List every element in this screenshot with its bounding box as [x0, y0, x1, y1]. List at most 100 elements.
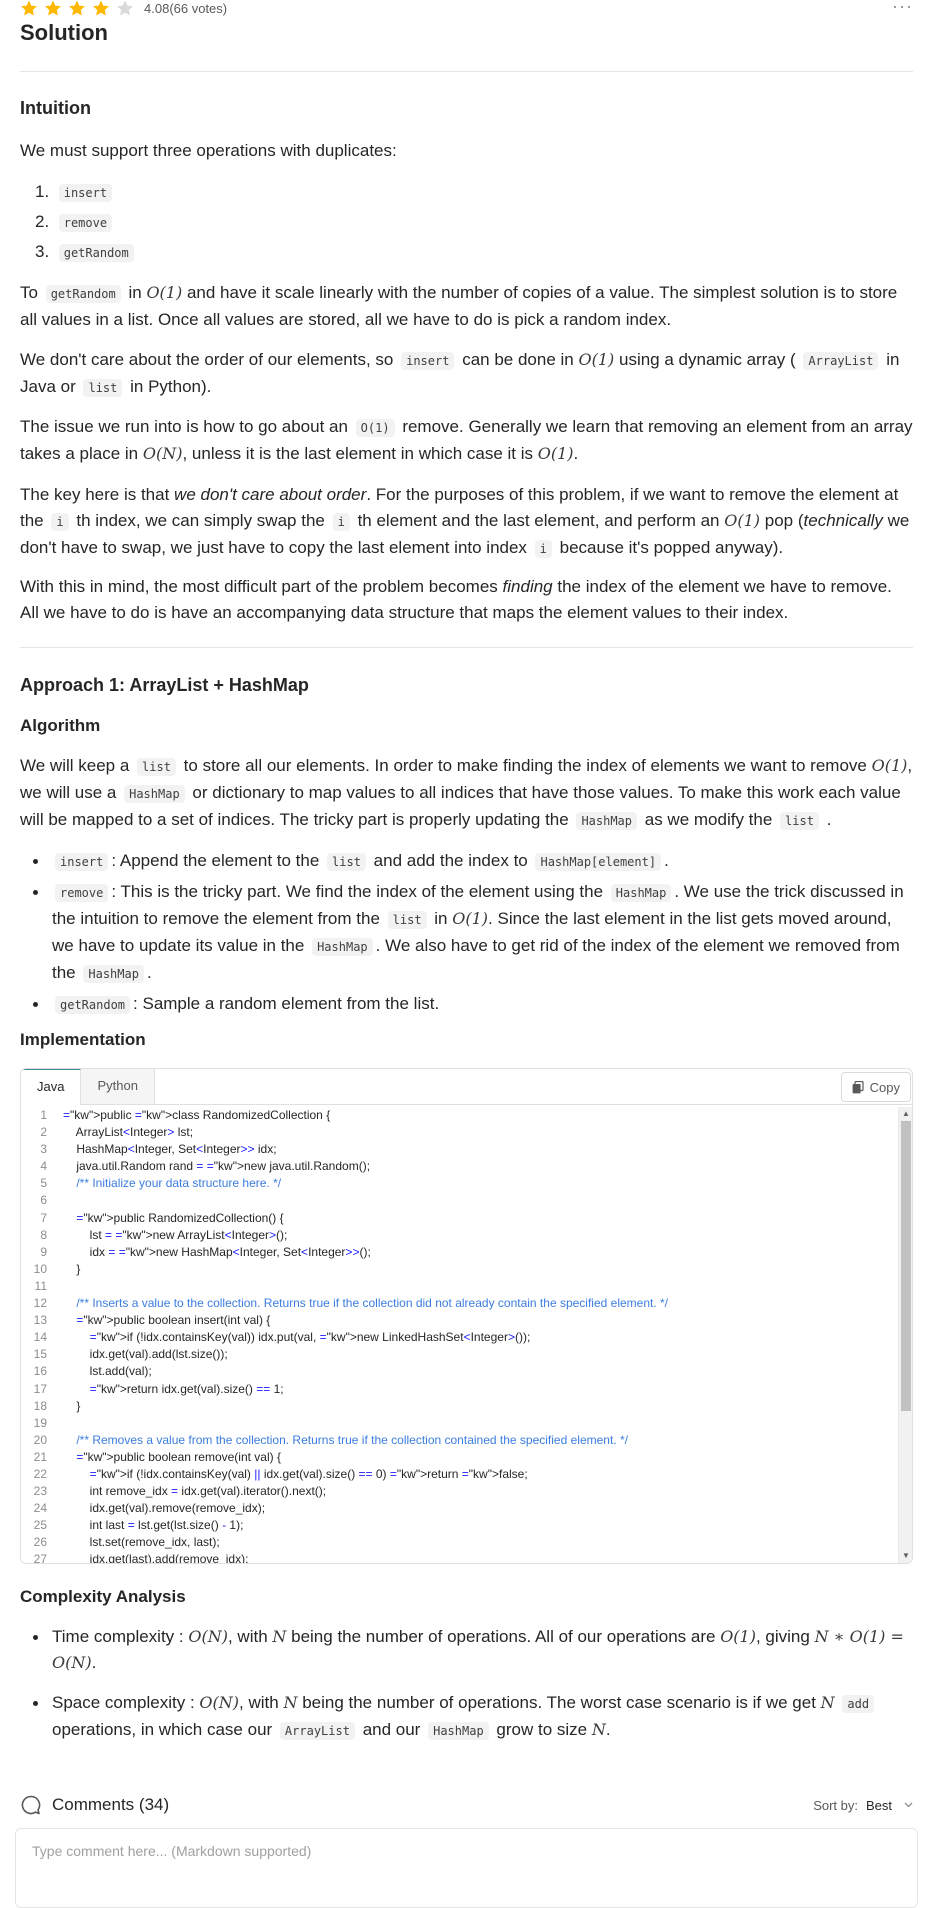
complexity-bullets: Time complexity : O(N), with N being the… — [20, 1624, 913, 1748]
code-text: HashMap<Integer, Set<Integer>> idx; — [63, 1142, 277, 1157]
text: in — [128, 283, 142, 302]
emphasis: finding — [502, 577, 553, 596]
complexity-heading: Complexity Analysis — [20, 1587, 186, 1606]
inline-code: insert — [58, 184, 113, 202]
line-number: 4 — [40, 1159, 47, 1174]
line-number: 23 — [33, 1484, 47, 1499]
text: in — [434, 909, 448, 928]
inline-code: O(1) — [355, 419, 395, 437]
code-line: 19 — [21, 1415, 912, 1432]
text: . — [146, 963, 152, 982]
text: th element and the last element, and per… — [357, 511, 720, 530]
math: N — [283, 1693, 298, 1712]
inline-code: getRandom — [45, 285, 121, 303]
text: and our — [362, 1720, 421, 1739]
text: The key here is that — [20, 485, 170, 504]
list-item: Space complexity : O(N), with N being th… — [33, 1690, 913, 1744]
text: pop ( — [764, 511, 804, 530]
text: because it's popped anyway). — [559, 538, 784, 557]
inline-code: remove — [55, 884, 109, 902]
code-text: /** Removes a value from the collection.… — [63, 1432, 628, 1447]
chevron-down-icon[interactable] — [904, 1802, 913, 1808]
comment-input[interactable]: Type comment here... (Markdown supported… — [15, 1828, 918, 1908]
line-number: 12 — [33, 1296, 47, 1311]
emphasis: we don't care about order — [174, 485, 367, 504]
code-line: 4 java.util.Random rand = ="kw">new java… — [21, 1158, 912, 1175]
code-scrollbar[interactable]: ▲ ▼ — [898, 1107, 912, 1563]
text: being the number of operations. All of o… — [291, 1627, 716, 1646]
line-number: 7 — [40, 1210, 47, 1225]
star-icon[interactable] — [44, 0, 62, 17]
text: grow to size — [496, 1720, 588, 1739]
code-text: ="kw">public boolean remove(int val) { — [76, 1449, 281, 1464]
text: , with — [227, 1627, 268, 1646]
math: O(1) — [871, 756, 908, 775]
algorithm-heading-wrap: Algorithm — [20, 716, 913, 736]
line-number: 18 — [33, 1398, 47, 1413]
line-number: 27 — [33, 1552, 47, 1563]
tab-python[interactable]: Python — [81, 1069, 155, 1104]
line-number: 17 — [33, 1381, 47, 1396]
code-line: 9 idx = ="kw">new HashMap<Integer, Set<I… — [21, 1244, 912, 1261]
code-text: int last = lst.get(lst.size() - 1); — [63, 1518, 244, 1533]
list-number: 2. — [35, 212, 50, 231]
inline-code: insert — [401, 352, 455, 370]
line-number: 19 — [33, 1415, 47, 1430]
more-options-icon[interactable]: ··· — [892, 0, 913, 17]
scroll-down-arrow-icon[interactable]: ▼ — [901, 1551, 911, 1561]
inline-code: remove — [58, 214, 113, 232]
intuition-intro-wrap: We must support three operations with du… — [20, 138, 913, 164]
text: We don't care about the order of our ele… — [20, 350, 394, 369]
algorithm-paragraph: We will keep a list to store all our ele… — [20, 753, 913, 834]
code-line: 25 int last = lst.get(lst.size() - 1); — [21, 1517, 912, 1534]
code-text: int remove_idx = idx.get(val).iterator()… — [63, 1484, 327, 1499]
text: : Append the element to the — [111, 851, 320, 870]
inline-code: HashMap — [312, 938, 373, 956]
code-line: 22 ="kw">if (!idx.containsKey(val) || id… — [21, 1466, 912, 1483]
language-tabs: Java Python — [21, 1069, 912, 1105]
solution-title: Solution — [20, 20, 108, 45]
inline-code: i — [534, 540, 552, 558]
text: as we modify the — [644, 810, 773, 829]
star-icon[interactable] — [68, 0, 86, 17]
text: . — [664, 851, 669, 870]
star-icon[interactable] — [20, 0, 38, 17]
code-line: 1 ="kw">public ="kw">class RandomizedColl… — [21, 1107, 912, 1124]
line-number: 5 — [40, 1176, 47, 1191]
comments-header: Comments (34) Sort by: Best — [20, 1792, 913, 1818]
scroll-thumb[interactable] — [901, 1121, 911, 1411]
text: operations, in which case our — [52, 1720, 273, 1739]
sort-value[interactable]: Best — [866, 1798, 892, 1813]
code-text: } — [63, 1261, 81, 1276]
inline-code: insert — [55, 853, 109, 871]
text: . — [605, 1720, 611, 1739]
inline-code: HashMap — [124, 785, 185, 803]
star-icon[interactable] — [92, 0, 110, 17]
math: O(1) — [146, 283, 183, 302]
code-line: 5 /** Initialize your data structure her… — [21, 1175, 912, 1192]
inline-code: ArrayList — [279, 1722, 355, 1740]
code-line: 15 idx.get(val).add(lst.size()); — [21, 1346, 912, 1363]
text: in Python). — [130, 377, 212, 396]
code-text: ="kw">public boolean insert(int val) { — [76, 1313, 271, 1328]
code-text: ="kw">if (!idx.containsKey(val)) idx.put… — [89, 1330, 531, 1345]
copy-label: Copy — [869, 1079, 900, 1095]
sort-dropdown[interactable]: Sort by: Best — [813, 1798, 913, 1813]
star-icon[interactable] — [116, 0, 134, 17]
code-line: 2 ArrayList<Integer> lst; — [21, 1124, 912, 1141]
inline-code: list — [327, 853, 366, 871]
code-editor[interactable]: 1 ="kw">public ="kw">class RandomizedColl… — [21, 1107, 912, 1563]
line-number: 2 — [40, 1125, 47, 1140]
copy-button[interactable]: Copy — [840, 1072, 911, 1102]
inline-code: list — [387, 911, 427, 929]
scroll-up-arrow-icon[interactable]: ▲ — [901, 1109, 911, 1119]
line-number: 3 — [40, 1142, 47, 1157]
math: O(N) — [52, 1653, 92, 1672]
code-line: 3 HashMap<Integer, Set<Integer>> idx; — [21, 1141, 912, 1158]
code-line: 14 ="kw">if (!idx.containsKey(val)) idx.… — [21, 1329, 912, 1346]
text: and add the index to — [373, 851, 528, 870]
tab-java[interactable]: Java — [21, 1069, 82, 1105]
line-number: 13 — [33, 1313, 47, 1328]
code-text: /** Inserts a value to the collection. R… — [63, 1296, 669, 1311]
